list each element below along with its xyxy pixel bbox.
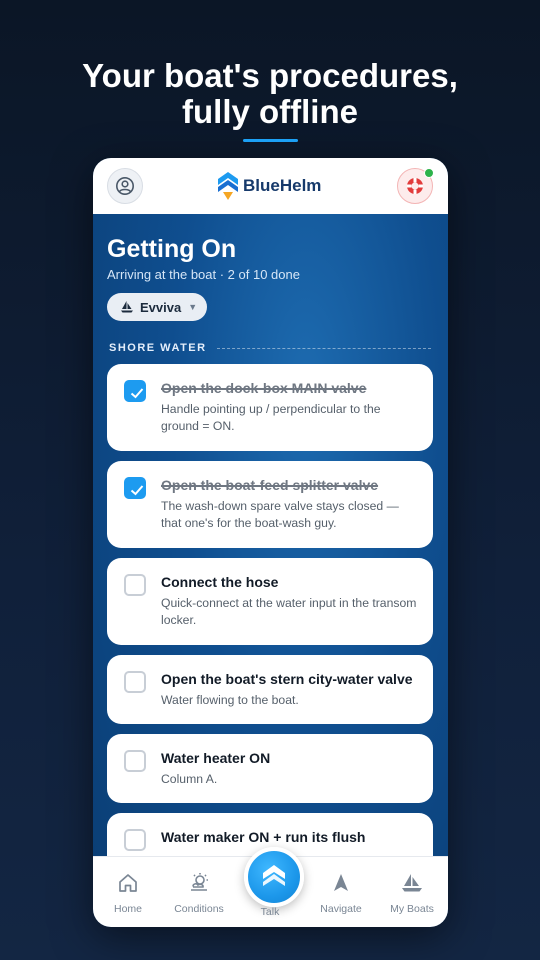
task-description: Column A. xyxy=(161,772,218,786)
bluehelm-logo-icon xyxy=(218,172,238,200)
online-status-dot xyxy=(424,168,434,178)
boat-selector[interactable]: Evviva ▼ xyxy=(107,293,207,321)
talk-icon xyxy=(263,865,285,886)
chevron-down-icon: ▼ xyxy=(188,302,198,312)
lifebuoy-icon xyxy=(407,178,423,194)
tab-navigate[interactable]: Navigate xyxy=(306,871,376,915)
tab-label: Home xyxy=(113,903,142,915)
phone-screen: BlueHelm Getting On Arriving at the boat… xyxy=(93,158,448,927)
task-card[interactable]: Open the dock-box MAIN valve Handle poin… xyxy=(107,364,433,451)
screen-subtitle: Arriving at the boat · 2 of 10 done xyxy=(107,267,300,282)
task-card[interactable]: Open the boat's stern city-water valve W… xyxy=(107,655,433,724)
task-title: Open the dock-box MAIN valve xyxy=(161,380,367,396)
task-checkbox[interactable] xyxy=(124,829,146,851)
task-checkbox[interactable] xyxy=(124,477,146,499)
tab-my-boats[interactable]: My Boats xyxy=(377,871,447,915)
task-card[interactable]: Connect the hose Quick-connect at the wa… xyxy=(107,558,433,645)
weather-icon xyxy=(191,873,208,891)
marketing-headline: Your boat's procedures, fully offline xyxy=(0,58,540,130)
headline-underline xyxy=(243,139,298,142)
task-title: Open the boat-feed splitter valve xyxy=(161,477,379,493)
task-card[interactable]: Open the boat-feed splitter valve The wa… xyxy=(107,461,433,548)
app-bar: BlueHelm xyxy=(93,158,448,214)
talk-button[interactable] xyxy=(244,847,304,907)
task-checkbox[interactable] xyxy=(124,671,146,693)
section-header: SHORE WATER xyxy=(109,342,431,354)
checkmark-icon xyxy=(130,485,144,496)
home-icon xyxy=(119,874,137,892)
task-description: The wash-down spare valve stays closed —… xyxy=(161,499,399,530)
section-divider xyxy=(216,347,431,349)
task-checkbox[interactable] xyxy=(124,380,146,402)
sailboat-icon xyxy=(402,874,422,892)
task-checkbox[interactable] xyxy=(124,574,146,596)
task-card[interactable]: Water heater ON Column A. xyxy=(107,734,433,803)
task-title: Water maker ON + run its flush xyxy=(161,829,366,845)
task-description: Quick-connect at the water input in the … xyxy=(161,596,417,627)
tab-talk-label: Talk xyxy=(260,906,280,918)
tab-label: Navigate xyxy=(320,903,362,915)
task-description: Handle pointing up / perpendicular to th… xyxy=(161,402,381,433)
task-checkbox[interactable] xyxy=(124,750,146,772)
boat-selector-label: Evviva xyxy=(140,299,182,315)
headline-line-2: fully offline xyxy=(182,93,358,130)
task-title: Water heater ON xyxy=(161,750,271,766)
brand: BlueHelm xyxy=(217,171,321,201)
tab-label: Conditions xyxy=(174,903,224,915)
task-description: Water flowing to the boat. xyxy=(161,693,299,707)
screen-title: Getting On xyxy=(107,235,237,263)
user-circle-icon xyxy=(116,177,134,195)
sailboat-icon xyxy=(121,301,133,313)
brand-name: BlueHelm xyxy=(243,176,322,195)
checkmark-icon xyxy=(130,388,144,399)
tab-conditions[interactable]: Conditions xyxy=(164,871,234,915)
navigation-arrow-icon xyxy=(334,874,348,891)
task-title: Connect the hose xyxy=(161,574,279,590)
section-title: SHORE WATER xyxy=(109,342,207,354)
headline-line-1: Your boat's procedures, xyxy=(82,57,458,94)
profile-button[interactable] xyxy=(107,168,143,204)
tab-home[interactable]: Home xyxy=(93,871,163,915)
task-title: Open the boat's stern city-water valve xyxy=(161,671,413,687)
tab-label: My Boats xyxy=(390,903,434,915)
